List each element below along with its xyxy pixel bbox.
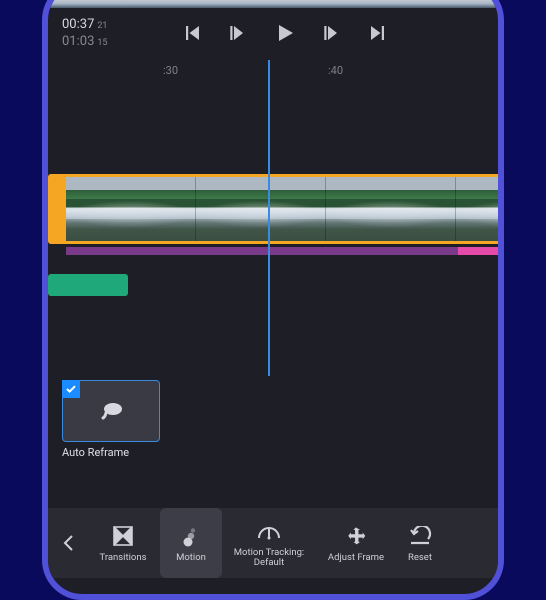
motion-icon — [180, 523, 202, 549]
next-clip-button[interactable] — [369, 24, 387, 42]
check-icon — [65, 383, 77, 395]
auto-reframe-icon — [97, 397, 127, 427]
duration-frames: 15 — [97, 38, 107, 48]
step-forward-button[interactable] — [323, 24, 341, 42]
play-icon — [275, 23, 295, 43]
current-frames: 21 — [97, 21, 107, 31]
chevron-left-icon — [62, 534, 76, 552]
adjust-frame-label: Adjust Frame — [328, 553, 384, 563]
duration-time: 01:03 — [62, 34, 94, 49]
back-button[interactable] — [52, 508, 86, 578]
video-track[interactable] — [48, 174, 498, 246]
auto-reframe-checkbox[interactable] — [62, 380, 80, 398]
ruler-mark: :30 — [163, 64, 178, 77]
timeline[interactable] — [48, 82, 498, 342]
skip-next-icon — [369, 24, 387, 42]
undo-icon — [408, 523, 432, 549]
transport-bar: 00:37 21 01:03 15 — [48, 8, 498, 58]
clip-thumbnail — [456, 177, 498, 241]
transport-controls — [126, 23, 484, 43]
clip-handle-left[interactable] — [48, 174, 66, 244]
motion-tracking-label-1: Motion Tracking: — [234, 547, 304, 558]
playhead[interactable] — [268, 60, 270, 376]
step-back-icon — [229, 24, 247, 42]
reset-button[interactable]: Reset — [396, 508, 444, 578]
motion-tracking-button[interactable]: Motion Tracking: Default — [222, 508, 316, 578]
bottom-toolbar: Transitions Motion Motion Tracking: Defa… — [48, 508, 498, 578]
gauge-icon — [256, 518, 282, 544]
prev-clip-button[interactable] — [183, 24, 201, 42]
step-forward-icon — [323, 24, 341, 42]
adjust-frame-button[interactable]: Adjust Frame — [316, 508, 396, 578]
clip-thumbnail — [66, 177, 196, 241]
audio-clip[interactable] — [48, 274, 128, 296]
timeline-ruler[interactable]: :30 :40 — [48, 60, 498, 82]
auto-reframe-tile[interactable] — [62, 380, 160, 442]
step-back-button[interactable] — [229, 24, 247, 42]
video-preview[interactable] — [48, 0, 498, 8]
current-time: 00:37 — [62, 17, 94, 32]
ruler-mark: :40 — [328, 64, 343, 77]
play-button[interactable] — [275, 23, 295, 43]
reset-label: Reset — [408, 553, 432, 563]
motion-label: Motion — [176, 553, 206, 563]
transitions-button[interactable]: Transitions — [86, 508, 160, 578]
clip-thumbnail — [326, 177, 456, 241]
move-icon — [344, 523, 368, 549]
transitions-icon — [112, 523, 134, 549]
motion-button[interactable]: Motion — [160, 508, 222, 578]
skip-prev-icon — [183, 24, 201, 42]
motion-tracking-label-2: Default — [254, 557, 284, 568]
timecode-display: 00:37 21 01:03 15 — [62, 17, 126, 49]
transitions-label: Transitions — [100, 553, 147, 563]
app-frame: 00:37 21 01:03 15 — [42, 0, 504, 600]
motion-options: Auto Reframe — [62, 380, 484, 466]
clip-thumbnail — [196, 177, 326, 241]
video-clip[interactable] — [66, 174, 498, 244]
effects-track[interactable] — [66, 247, 498, 255]
auto-reframe-label: Auto Reframe — [62, 446, 129, 459]
